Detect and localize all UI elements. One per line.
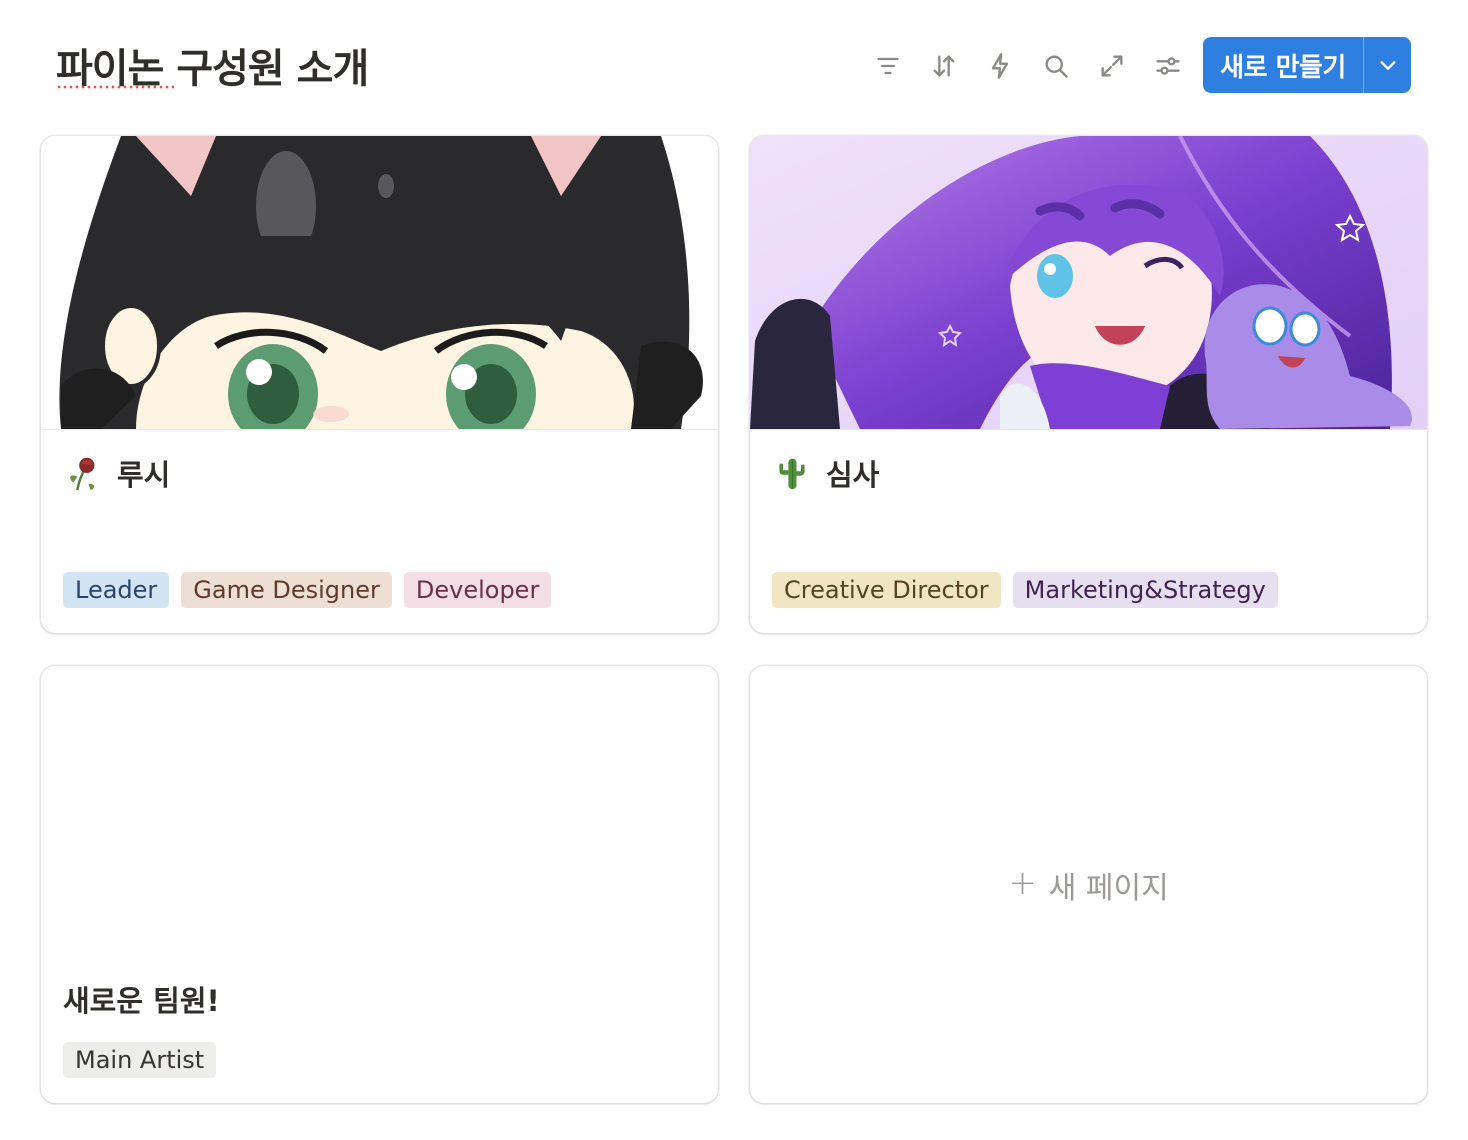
cover-divider: [750, 429, 1427, 430]
view-toolbar: [860, 40, 1196, 92]
card-cover-image: [41, 136, 718, 429]
filter-icon[interactable]: [860, 40, 916, 92]
card-title[interactable]: 루시: [63, 452, 170, 494]
database-header: 파이논 구성원 소개 새로 만들기: [0, 0, 1468, 120]
tag-leader: Leader: [63, 572, 170, 608]
settings-sliders-icon[interactable]: [1140, 40, 1196, 92]
card-title[interactable]: 새로운 팀원!: [63, 978, 220, 1020]
tag-game-designer: Game Designer: [181, 572, 392, 608]
tag-creative-director: Creative Director: [772, 572, 1001, 608]
tag-list: Main Artist: [63, 1042, 217, 1078]
chevron-down-icon: [1379, 61, 1396, 70]
expand-icon[interactable]: [1084, 40, 1140, 92]
tag-developer: Developer: [403, 572, 552, 608]
search-icon[interactable]: [1028, 40, 1084, 92]
new-page-button[interactable]: + 새 페이지: [750, 666, 1427, 1103]
tag-marketing-strategy: Marketing&Strategy: [1012, 572, 1278, 608]
card-title-text: 심사: [826, 458, 880, 492]
card-title-text: 루시: [117, 458, 171, 492]
lightning-icon[interactable]: [972, 40, 1028, 92]
card-title[interactable]: 심사: [772, 452, 879, 494]
tag-main-artist: Main Artist: [63, 1042, 217, 1078]
new-page-label: 새 페이지: [1048, 870, 1169, 906]
gallery-card[interactable]: 심사 Creative Director Marketing&Strategy: [750, 136, 1427, 633]
sort-icon[interactable]: [916, 40, 972, 92]
cactus-icon: [772, 453, 812, 493]
new-button-group: 새로 만들기: [1203, 37, 1411, 93]
gallery-card[interactable]: 루시 Leader Game Designer Developer: [41, 136, 718, 633]
new-page-card[interactable]: + 새 페이지: [750, 666, 1427, 1103]
cover-divider: [41, 429, 718, 430]
tag-list: Leader Game Designer Developer: [63, 572, 552, 608]
tag-list: Creative Director Marketing&Strategy: [772, 572, 1278, 608]
gallery-card[interactable]: 새로운 팀원! Main Artist: [41, 666, 718, 1103]
card-title-text: 새로운 팀원!: [63, 984, 220, 1018]
new-button-dropdown[interactable]: [1364, 37, 1411, 93]
spellcheck-underline: [56, 85, 174, 89]
plus-icon: +: [1008, 862, 1037, 903]
wilted-rose-icon: [63, 453, 103, 493]
card-cover-image: [750, 136, 1427, 429]
new-button[interactable]: 새로 만들기: [1203, 37, 1363, 93]
